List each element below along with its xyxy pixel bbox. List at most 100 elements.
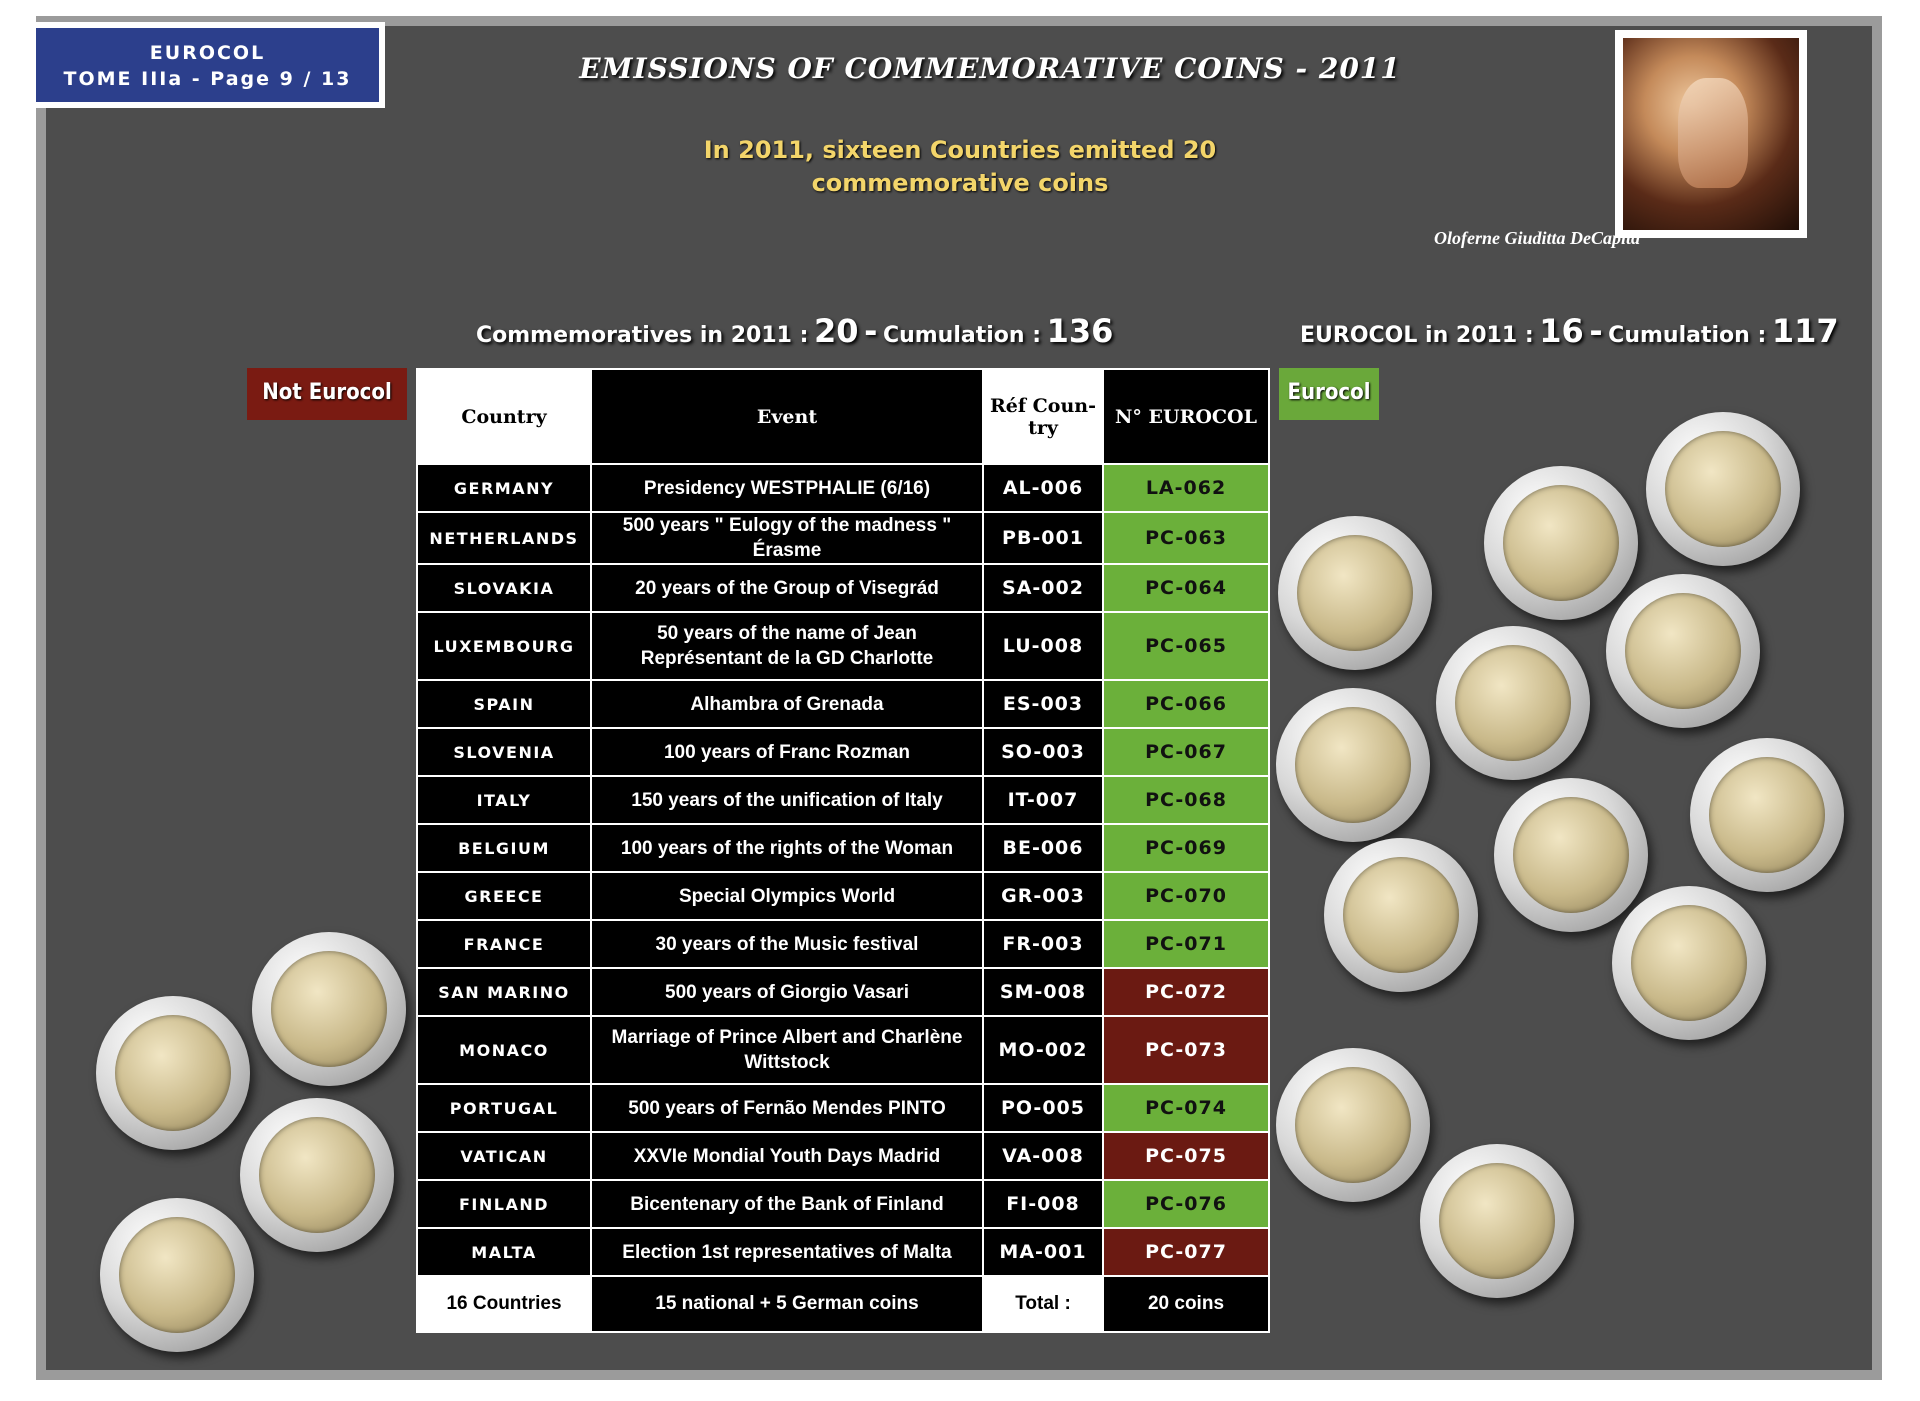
- country-cell: SAN MARINO: [416, 967, 592, 1017]
- eurocol-number-cell: PC-068: [1102, 775, 1270, 825]
- netherlands-coin-image: [1484, 466, 1638, 620]
- table-row: MONACO Marriage of Prince Albert and Char…: [416, 1015, 1270, 1085]
- italy-coin-image: [1690, 738, 1844, 892]
- table-row: FRANCE 30 years of the Music festival FR-0…: [416, 919, 1270, 969]
- ref-country-cell: FI-008: [982, 1179, 1104, 1229]
- table-footer-row: 16 Countries 15 national + 5 German coin…: [416, 1275, 1270, 1333]
- ref-country-cell: MO-002: [982, 1015, 1104, 1085]
- eurocol-number-cell: PC-074: [1102, 1083, 1270, 1133]
- san-marino-coin-image: [252, 932, 406, 1086]
- table-row: MALTA Election 1st representatives of Mal…: [416, 1227, 1270, 1277]
- eurocol-number-cell: PC-069: [1102, 823, 1270, 873]
- header-event: Event: [590, 368, 984, 465]
- malta-coin-image: [100, 1198, 254, 1352]
- table-row: VATICAN XXVIe Mondial Youth Days Madrid VA…: [416, 1131, 1270, 1181]
- stats-value: 16: [1539, 312, 1584, 350]
- subtitle-line-2: commemorative coins: [811, 169, 1109, 197]
- country-cell: FRANCE: [416, 919, 592, 969]
- ref-country-cell: GR-003: [982, 871, 1104, 921]
- cumulation-label: Cumulation :: [882, 323, 1042, 348]
- country-cell: VATICAN: [416, 1131, 592, 1181]
- country-cell: SPAIN: [416, 679, 592, 729]
- eurocol-number-cell: PC-064: [1102, 563, 1270, 613]
- event-cell: Election 1st representatives of Malta: [590, 1227, 984, 1277]
- footer-coins: 15 national + 5 German coins: [590, 1275, 984, 1333]
- country-cell: FINLAND: [416, 1179, 592, 1229]
- table-row: FINLAND Bicentenary of the Bank of Finlan…: [416, 1179, 1270, 1229]
- event-cell: 500 years " Eulogy of the madness " Éras…: [590, 511, 984, 565]
- country-cell: MALTA: [416, 1227, 592, 1277]
- event-cell: 150 years of the unification of Italy: [590, 775, 984, 825]
- event-cell: Bicentenary of the Bank of Finland: [590, 1179, 984, 1229]
- ref-country-cell: PO-005: [982, 1083, 1104, 1133]
- slovenia-coin-image: [1276, 688, 1430, 842]
- event-cell: 30 years of the Music festival: [590, 919, 984, 969]
- badge-page: TOME IIIa - Page 9 / 13: [63, 68, 352, 90]
- page-subtitle: In 2011, sixteen Countries emitted 20 co…: [640, 134, 1280, 200]
- portugal-coin-image: [1276, 1048, 1430, 1202]
- table-row: SPAIN Alhambra of Grenada ES-003 PC-066: [416, 679, 1270, 729]
- ref-country-cell: SA-002: [982, 563, 1104, 613]
- table-row: BELGIUM 100 years of the rights of the Wo…: [416, 823, 1270, 873]
- event-cell: XXVIe Mondial Youth Days Madrid: [590, 1131, 984, 1181]
- ref-country-cell: PB-001: [982, 511, 1104, 565]
- table-row: SLOVENIA 100 years of Franc Rozman SO-003 P…: [416, 727, 1270, 777]
- event-cell: 20 years of the Group of Visegrád: [590, 563, 984, 613]
- event-cell: Presidency WESTPHALIE (6/16): [590, 463, 984, 513]
- eurocol-number-cell: LA-062: [1102, 463, 1270, 513]
- footer-total-value: 20 coins: [1102, 1275, 1270, 1333]
- table-row: SLOVAKIA 20 years of the Group of Visegrá…: [416, 563, 1270, 613]
- stats-dash: -: [864, 312, 878, 350]
- country-cell: GREECE: [416, 871, 592, 921]
- country-cell: MONACO: [416, 1015, 592, 1085]
- country-cell: ITALY: [416, 775, 592, 825]
- event-cell: 500 years of Fernão Mendes PINTO: [590, 1083, 984, 1133]
- country-cell: BELGIUM: [416, 823, 592, 873]
- ref-country-cell: ES-003: [982, 679, 1104, 729]
- table-row: GREECE Special Olympics World GR-003 PC-070: [416, 871, 1270, 921]
- eurocol-number-cell: PC-066: [1102, 679, 1270, 729]
- painting-image: [1615, 30, 1807, 238]
- eurocol-tag: Eurocol: [1279, 368, 1379, 420]
- table-row: NETHERLANDS 500 years " Eulogy of the mad…: [416, 511, 1270, 565]
- table-row: SAN MARINO 500 years of Giorgio Vasari SM-…: [416, 967, 1270, 1017]
- event-cell: Marriage of Prince Albert and Charlène W…: [590, 1015, 984, 1085]
- country-cell: GERMANY: [416, 463, 592, 513]
- table-row: PORTUGAL 500 years of Fernão Mendes PINTO…: [416, 1083, 1270, 1133]
- eurocol-number-cell: PC-072: [1102, 967, 1270, 1017]
- subtitle-line-1: In 2011, sixteen Countries emitted 20: [703, 136, 1217, 164]
- event-cell: Special Olympics World: [590, 871, 984, 921]
- country-cell: LUXEMBOURG: [416, 611, 592, 681]
- commemoratives-stats: Commemoratives in 2011 : 20 - Cumulation…: [476, 312, 1113, 350]
- commemorative-coins-table: Country Event Réf Coun-try N° EUROCOL GE…: [416, 368, 1270, 1333]
- eurocol-stats: EUROCOL in 2011 : 16 - Cumulation : 117: [1300, 312, 1839, 350]
- cumulation-label: Cumulation :: [1608, 323, 1767, 348]
- ref-country-cell: LU-008: [982, 611, 1104, 681]
- belgium-coin-image: [1494, 778, 1648, 932]
- country-cell: SLOVENIA: [416, 727, 592, 777]
- country-cell: NETHERLANDS: [416, 511, 592, 565]
- ref-country-cell: FR-003: [982, 919, 1104, 969]
- vatican-coin-image: [240, 1098, 394, 1252]
- page-title: EMISSIONS OF COMMEMORATIVE COINS - 2011: [579, 52, 1401, 85]
- event-cell: Alhambra of Grenada: [590, 679, 984, 729]
- eurocol-number-cell: PC-071: [1102, 919, 1270, 969]
- eurocol-number-cell: PC-063: [1102, 511, 1270, 565]
- ref-country-cell: SM-008: [982, 967, 1104, 1017]
- luxembourg-coin-image: [1606, 574, 1760, 728]
- greece-coin-image: [1324, 838, 1478, 992]
- footer-countries: 16 Countries: [416, 1275, 592, 1333]
- ref-country-cell: SO-003: [982, 727, 1104, 777]
- header-eurocol-number: N° EUROCOL: [1102, 368, 1270, 465]
- slovakia-coin-image: [1278, 516, 1432, 670]
- table-row: ITALY 150 years of the unification of Ita…: [416, 775, 1270, 825]
- stats-label: EUROCOL in 2011 :: [1300, 323, 1534, 348]
- eurocol-number-cell: PC-067: [1102, 727, 1270, 777]
- event-cell: 50 years of the name of Jean Représentan…: [590, 611, 984, 681]
- footer-total-label: Total :: [982, 1275, 1104, 1333]
- germany-coin-image: [1646, 412, 1800, 566]
- table-row: LUXEMBOURG 50 years of the name of Jean R…: [416, 611, 1270, 681]
- ref-country-cell: VA-008: [982, 1131, 1104, 1181]
- country-cell: PORTUGAL: [416, 1083, 592, 1133]
- eurocol-number-cell: PC-065: [1102, 611, 1270, 681]
